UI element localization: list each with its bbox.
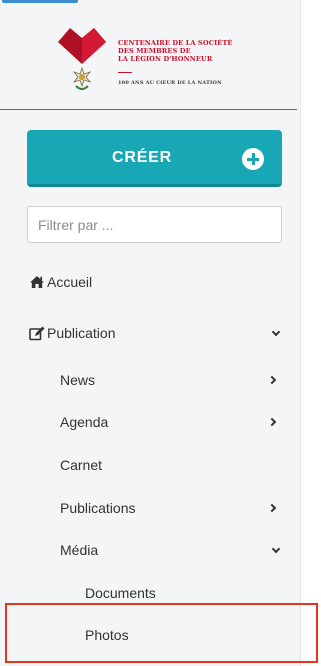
chevron-right-icon — [267, 375, 277, 385]
nav-item-publications[interactable]: Publications — [60, 500, 281, 518]
logo[interactable]: CENTENAIRE DE LA SOCIÉTÉ DES MEMBRES DE … — [52, 24, 272, 104]
nav-item-agenda-label: Agenda — [60, 414, 109, 430]
nav-item-publications-label: Publications — [60, 500, 136, 516]
chevron-right-icon — [267, 503, 277, 513]
nav-item-carnet[interactable]: Carnet — [60, 457, 102, 473]
content-edge — [300, 0, 321, 666]
nav-item-home-label: Accueil — [47, 274, 93, 290]
create-button[interactable]: CRÉER — [27, 130, 282, 187]
nav-item-news-label: News — [60, 372, 96, 388]
home-icon — [30, 276, 44, 288]
filter-input[interactable] — [27, 206, 282, 243]
legion-honneur-emblem-icon — [58, 28, 106, 90]
nav-item-carnet-label: Carnet — [60, 457, 103, 473]
chevron-down-icon — [271, 544, 281, 554]
nav-item-news[interactable]: News — [60, 372, 281, 390]
photos-highlight-box — [5, 603, 318, 663]
chevron-down-icon — [271, 327, 281, 337]
nav-item-media[interactable]: Média — [60, 542, 281, 560]
plus-circle-icon — [242, 148, 264, 170]
active-tab-indicator — [2, 0, 78, 3]
logo-tagline: 100 ANS AU CŒUR DE LA NATION — [118, 80, 222, 86]
nav-item-publication-label: Publication — [47, 325, 116, 341]
nav-item-agenda[interactable]: Agenda — [60, 414, 281, 432]
sidebar: CENTENAIRE DE LA SOCIÉTÉ DES MEMBRES DE … — [0, 0, 300, 666]
nav-item-documents-label: Documents — [85, 585, 156, 601]
logo-divider — [118, 72, 132, 73]
logo-title: CENTENAIRE DE LA SOCIÉTÉ DES MEMBRES DE … — [118, 39, 233, 63]
nav-item-publication[interactable]: Publication — [29, 325, 281, 343]
create-button-label: CRÉER — [111, 149, 172, 166]
nav-item-documents[interactable]: Documents — [85, 585, 156, 601]
nav-item-media-label: Média — [60, 542, 99, 558]
chevron-right-icon — [267, 417, 277, 427]
header-divider — [0, 109, 297, 110]
edit-icon — [29, 326, 45, 341]
